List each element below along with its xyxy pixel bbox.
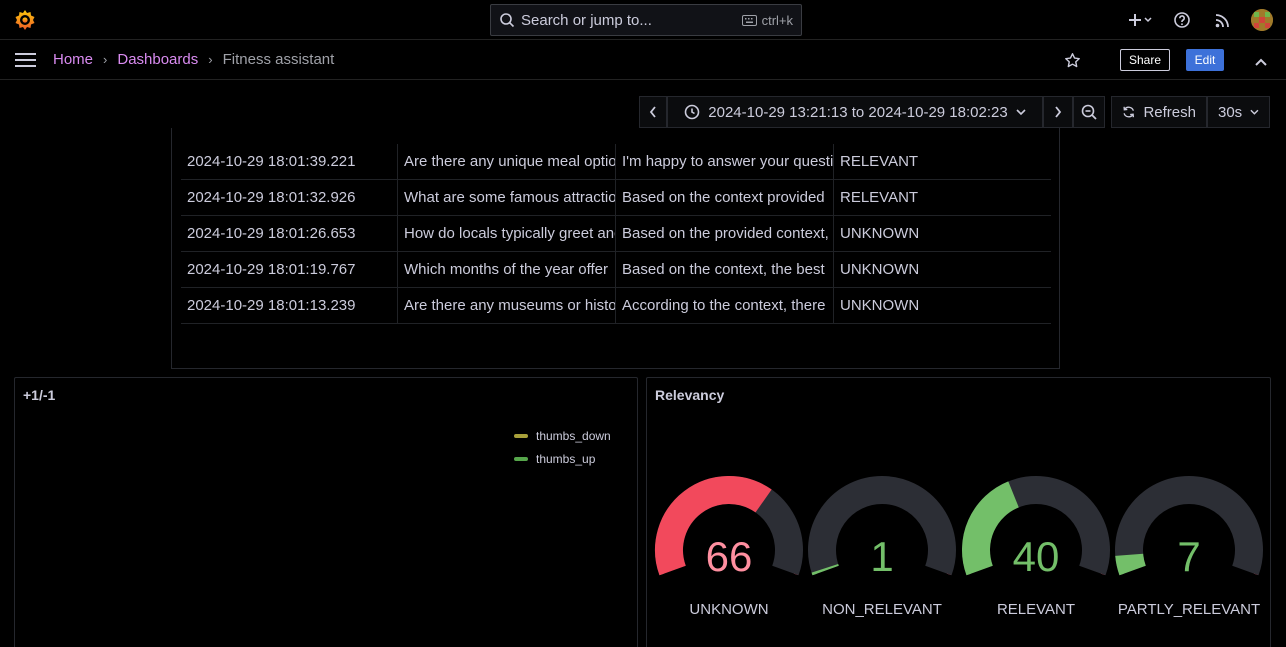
legend-item[interactable]: thumbs_down: [514, 424, 611, 447]
cell-relevance: RELEVANT: [840, 153, 919, 170]
keyboard-icon: [741, 14, 757, 26]
page-title: Fitness assistant: [222, 51, 335, 68]
menu-icon[interactable]: [15, 53, 36, 67]
cell-answer: Based on the context provided: [616, 180, 834, 216]
breadcrumb: Home › Dashboards › Fitness assistant: [53, 51, 334, 68]
cell-timestamp: 2024-10-29 18:01:32.926: [181, 180, 398, 216]
gauge-value: 1: [870, 533, 894, 580]
legend-item[interactable]: thumbs_up: [514, 447, 611, 470]
cell-timestamp: 2024-10-29 18:01:26.653: [181, 216, 398, 252]
gauge-label: UNKNOWN: [689, 601, 769, 618]
avatar: [1251, 9, 1273, 31]
legend-label: thumbs_down: [536, 428, 611, 443]
gauge-label: NON_RELEVANT: [822, 601, 942, 618]
cell-answer: I'm happy to answer your question: [616, 144, 834, 180]
grafana-logo-icon[interactable]: [13, 8, 37, 32]
search-icon: [500, 13, 515, 28]
news-feed-button[interactable]: [1212, 13, 1232, 28]
top-navigation-bar: Search or jump to... ctrl+k: [0, 0, 1286, 40]
chevron-right-icon: ›: [208, 52, 213, 67]
cell-relevance: UNKNOWN: [840, 297, 920, 314]
chevron-right-icon: ›: [103, 52, 108, 67]
chevron-down-icon: [1016, 109, 1026, 116]
cell-relevance: RELEVANT: [840, 189, 919, 206]
refresh-interval-picker[interactable]: 30s: [1207, 96, 1270, 128]
cell-answer: According to the context, there: [616, 288, 834, 324]
legend-swatch: [514, 456, 528, 461]
chevron-up-icon[interactable]: [1254, 54, 1268, 70]
user-profile-button[interactable]: [1250, 9, 1274, 31]
cell-timestamp: 2024-10-29 18:01:39.221: [181, 144, 398, 180]
rss-icon: [1215, 13, 1229, 27]
time-back-button[interactable]: [639, 96, 667, 128]
cell-answer: Based on the context, the best: [616, 252, 834, 288]
gauge-row: 66 UNKNOWN 1 NON_RELEVANT 40 RELEVANT 7 PARTLY_…: [647, 378, 1271, 647]
questions-table-panel: 2024-10-29 18:01:39.221 Are there any uni…: [171, 128, 1060, 369]
help-icon: [1174, 12, 1190, 28]
gauge-label: PARTLY_RELEVANT: [1117, 601, 1261, 618]
relevancy-panel: Relevancy 66 UNKNOWN 1 NON_RELEVANT 40 RELEVA…: [646, 377, 1271, 647]
gauge-label: RELEVANT: [996, 601, 1076, 618]
table-row: 2024-10-29 18:01:13.239 Are there any mus…: [181, 288, 1051, 324]
cell-relevance: UNKNOWN: [840, 225, 920, 242]
refresh-icon: [1123, 106, 1135, 118]
cell-timestamp: 2024-10-29 18:01:13.239: [181, 288, 398, 324]
chart-legend: thumbs_down thumbs_up: [514, 424, 611, 470]
gauge-value: 40: [1012, 533, 1060, 580]
cell-question: How do locals typically greet and: [398, 216, 616, 252]
chevron-right-icon: [1055, 106, 1062, 118]
search-shortcut: ctrl+k: [741, 12, 793, 28]
feedback-panel: +1/-1 thumbs_down thumbs_up: [14, 377, 638, 647]
time-range-picker[interactable]: 2024-10-29 13:21:13 to 2024-10-29 18:02:…: [667, 96, 1043, 128]
help-button[interactable]: [1172, 12, 1192, 28]
share-button[interactable]: Share: [1120, 49, 1170, 71]
cell-question: What are some famous attractions: [398, 180, 616, 216]
clock-icon: [684, 104, 700, 120]
chevron-left-icon: [649, 106, 656, 118]
star-icon[interactable]: [1064, 52, 1081, 72]
refresh-interval-text: 30s: [1218, 103, 1243, 121]
legend-label: thumbs_up: [536, 451, 596, 466]
gauge-value: 66: [705, 533, 753, 580]
refresh-controls: Refresh 30s: [1111, 96, 1270, 128]
panel-title: +1/-1: [23, 387, 56, 403]
time-range-text: 2024-10-29 13:21:13 to 2024-10-29 18:02:…: [708, 103, 1008, 121]
legend-swatch: [514, 433, 528, 438]
table-row: 2024-10-29 18:01:32.926 What are some fam…: [181, 180, 1051, 216]
add-new-button[interactable]: [1124, 13, 1158, 27]
cell-answer: Based on the provided context,: [616, 216, 834, 252]
breadcrumb-home[interactable]: Home: [53, 51, 93, 68]
zoom-out-button[interactable]: [1073, 96, 1105, 128]
gauge-value: 7: [1177, 533, 1201, 580]
time-forward-button[interactable]: [1043, 96, 1073, 128]
cell-question: Are there any museums or historic: [398, 288, 616, 324]
zoom-out-icon: [1081, 104, 1097, 120]
plus-icon: [1129, 14, 1152, 26]
cell-question: Which months of the year offer: [398, 252, 616, 288]
table-row: 2024-10-29 18:01:39.221 Are there any uni…: [181, 144, 1051, 180]
edit-button[interactable]: Edit: [1186, 49, 1224, 71]
refresh-button[interactable]: Refresh: [1111, 96, 1207, 128]
chevron-down-icon: [1250, 109, 1259, 115]
time-range-controls: 2024-10-29 13:21:13 to 2024-10-29 18:02:…: [639, 96, 1105, 128]
breadcrumb-dashboards[interactable]: Dashboards: [117, 51, 198, 68]
search-input[interactable]: Search or jump to... ctrl+k: [490, 4, 802, 36]
cell-timestamp: 2024-10-29 18:01:19.767: [181, 252, 398, 288]
cell-relevance: UNKNOWN: [840, 261, 920, 278]
breadcrumb-bar: Home › Dashboards › Fitness assistant: [0, 40, 1286, 80]
table-row: 2024-10-29 18:01:19.767 Which months of t…: [181, 252, 1051, 288]
cell-question: Are there any unique meal options: [398, 144, 616, 180]
search-placeholder: Search or jump to...: [521, 11, 652, 29]
refresh-label: Refresh: [1143, 103, 1196, 121]
search-shortcut-text: ctrl+k: [761, 12, 793, 28]
table-row: 2024-10-29 18:01:26.653 How do locals typ…: [181, 216, 1051, 252]
